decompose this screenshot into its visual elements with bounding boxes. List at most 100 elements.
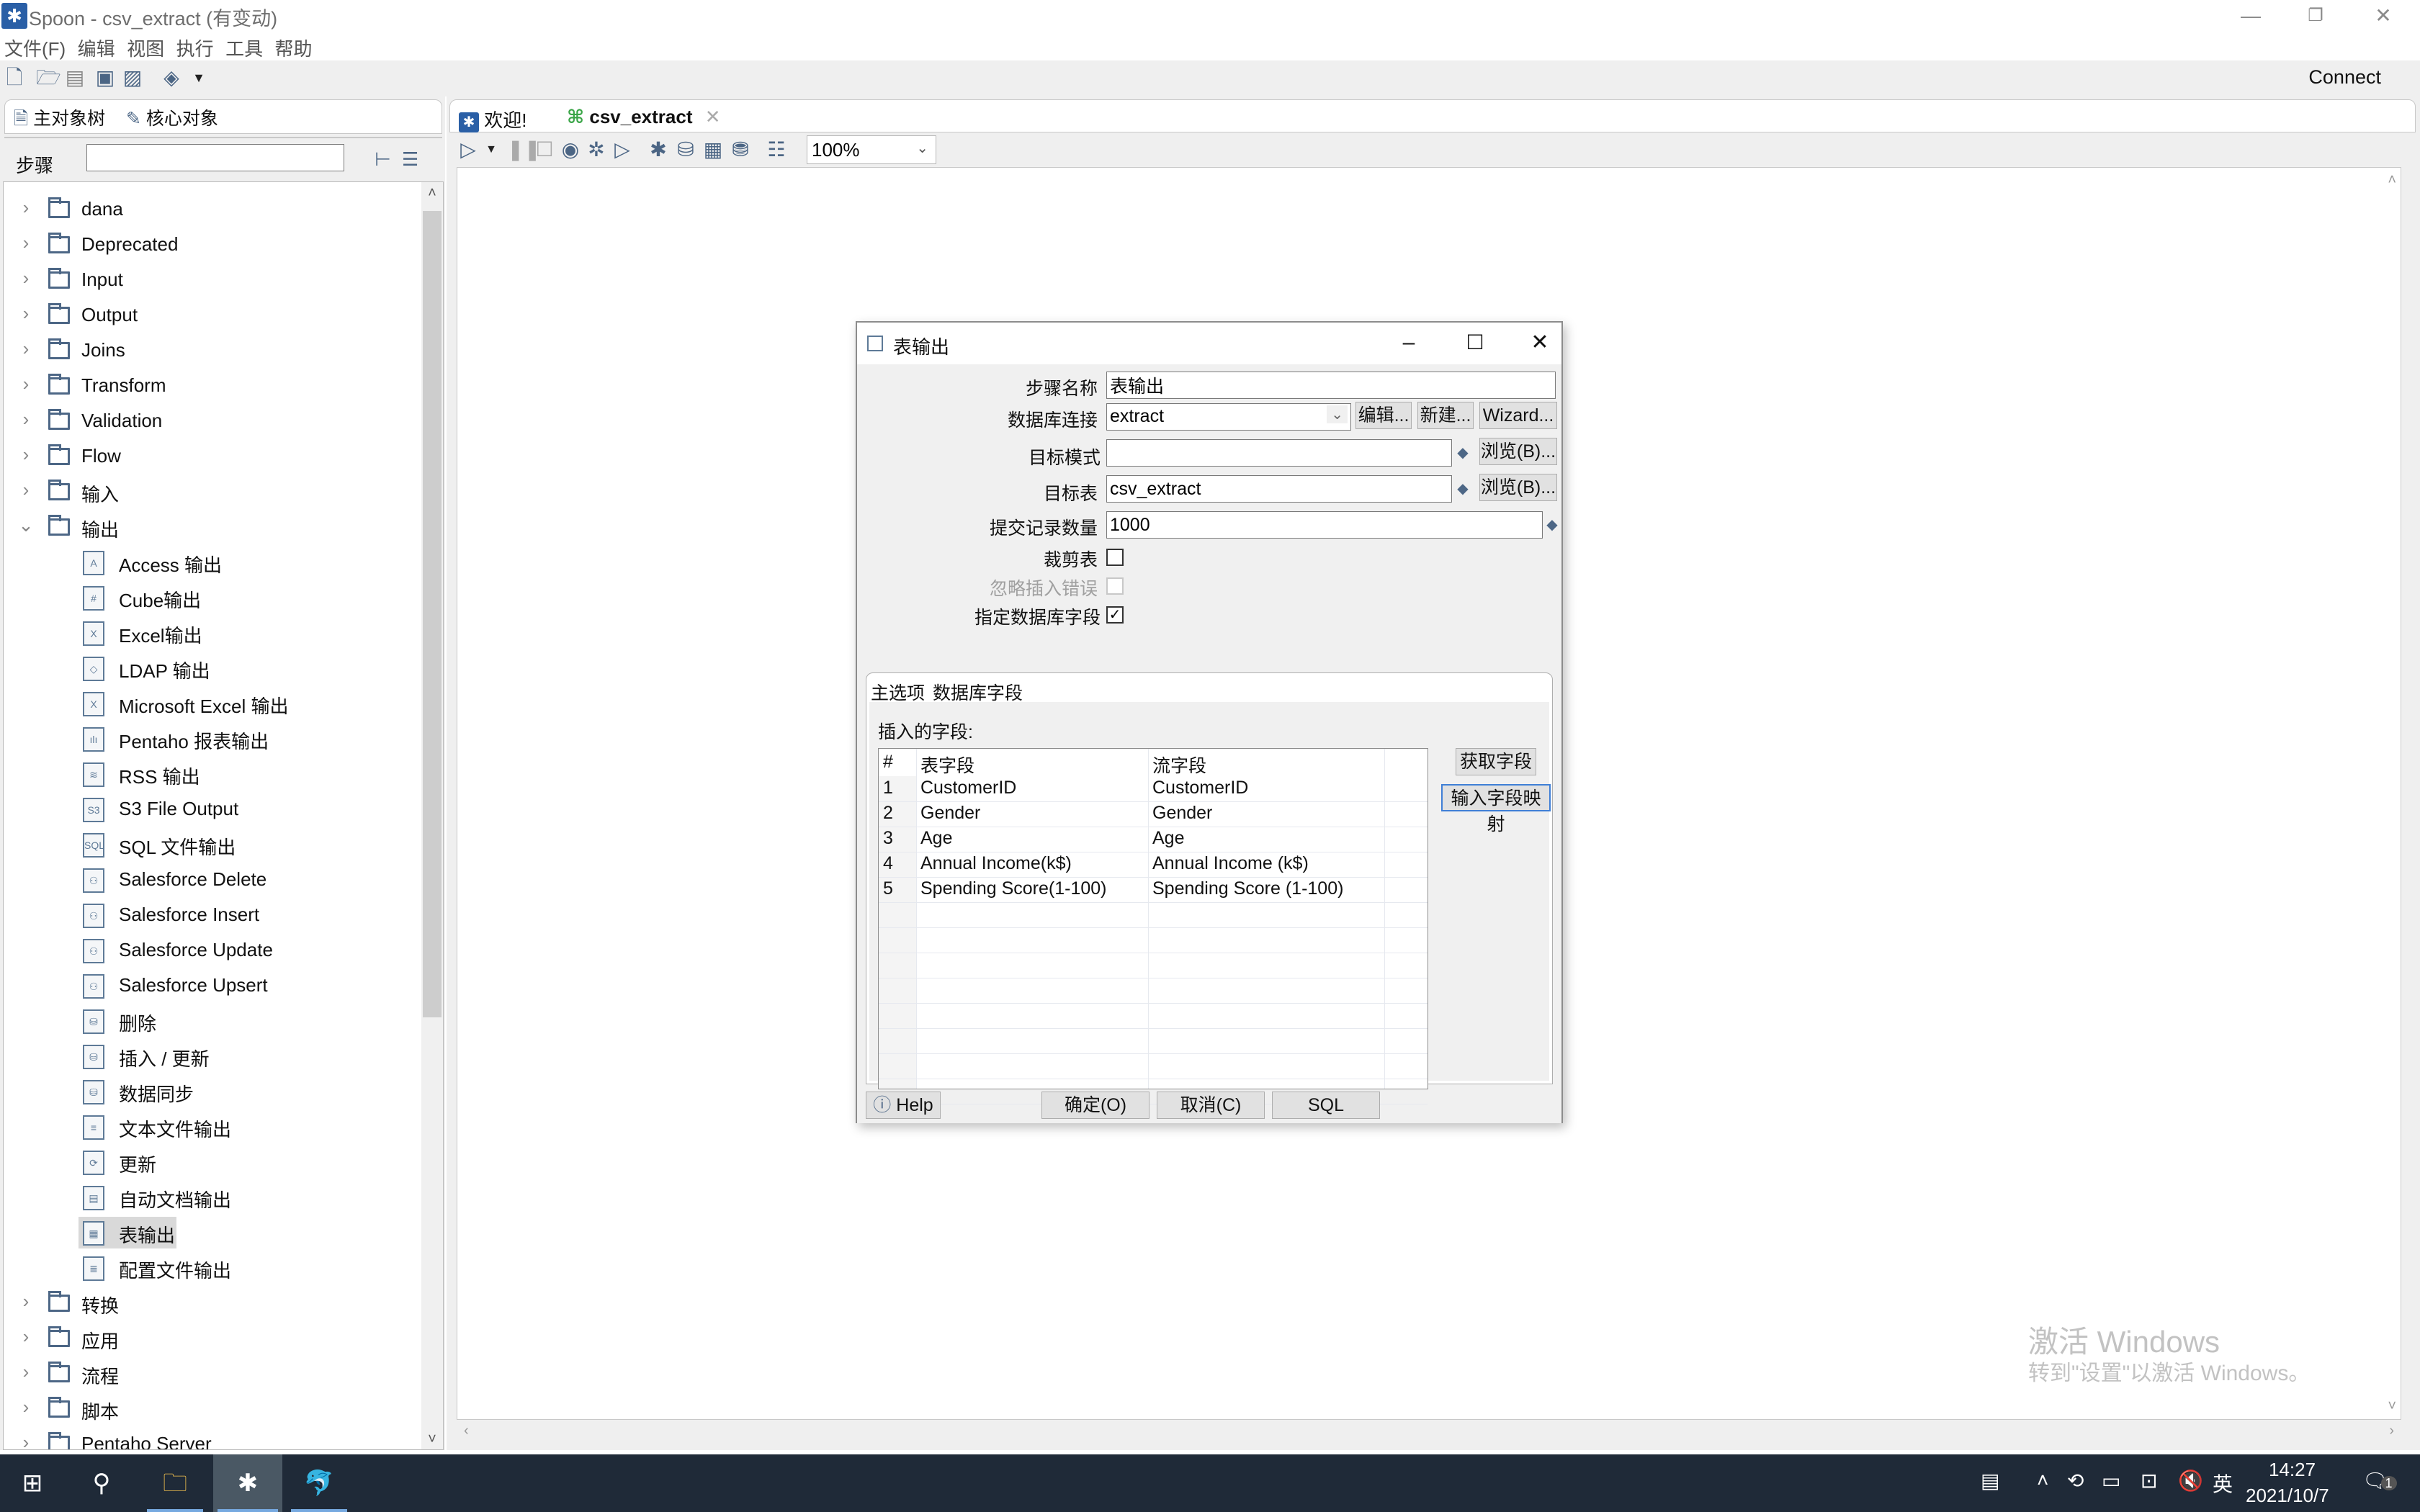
variable-icon[interactable]: ◆ xyxy=(1455,444,1471,462)
tree-step-item[interactable]: ▤ 自动文档输出 xyxy=(4,1180,421,1215)
tree-step-item[interactable]: ⛁ 数据同步 xyxy=(4,1074,421,1109)
scroll-up-icon[interactable]: ˄ xyxy=(421,185,443,202)
expand-all-icon[interactable]: ☰ xyxy=(402,148,418,171)
chevron-right-icon[interactable]: › xyxy=(17,479,35,501)
tree-folder[interactable]: › Input xyxy=(4,263,421,297)
column-header-stream-field[interactable]: 流字段 xyxy=(1152,752,1206,778)
explore-db-icon[interactable]: ⛃ xyxy=(729,138,752,161)
start-icon[interactable]: ⊞ xyxy=(0,1454,65,1512)
tree-step-item[interactable]: ⛁ 删除 xyxy=(4,1004,421,1038)
tree-step-item[interactable]: ◇ LDAP 输出 xyxy=(4,651,421,685)
variable-icon[interactable]: ◆ xyxy=(1455,480,1471,498)
tab-welcome[interactable]: ✱ 欢迎! xyxy=(459,106,526,132)
clock-time[interactable]: 14:27 xyxy=(2269,1459,2316,1481)
chevron-right-icon[interactable]: › xyxy=(17,408,35,431)
tree-folder[interactable]: › Validation xyxy=(4,404,421,438)
pause-icon[interactable]: ❚❚ xyxy=(507,138,541,161)
tree-step-item[interactable]: ⚇ Salesforce Insert xyxy=(4,898,421,932)
chevron-right-icon[interactable]: › xyxy=(17,373,35,395)
minimize-button[interactable]: — xyxy=(2218,0,2283,32)
db-connection-select[interactable]: extract ⌄ xyxy=(1106,403,1351,431)
tab-main-tree[interactable]: 🗎 主对象树 xyxy=(14,104,105,136)
verify-icon[interactable]: ✱ xyxy=(647,138,670,161)
tree-folder[interactable]: › 应用 xyxy=(4,1321,421,1356)
row-index[interactable]: 3 xyxy=(883,828,893,849)
stream-field-cell[interactable]: CustomerID xyxy=(1152,778,1248,798)
chevron-right-icon[interactable]: › xyxy=(17,267,35,289)
scroll-down-icon[interactable]: ˅ xyxy=(2388,1398,2396,1415)
tree-folder[interactable]: › Output xyxy=(4,298,421,333)
tree-step-item[interactable]: ⚇ Salesforce Update xyxy=(4,933,421,968)
tree-step-item[interactable]: ⛁ 插入 / 更新 xyxy=(4,1039,421,1074)
browse-schema-button[interactable]: 浏览(B)... xyxy=(1479,438,1557,465)
save-icon[interactable]: ▣ xyxy=(94,66,117,89)
chevron-right-icon[interactable]: › xyxy=(17,1431,35,1449)
menu-file[interactable]: 文件(F) xyxy=(4,32,66,61)
tree-step-item[interactable]: SQL SQL 文件输出 xyxy=(4,827,421,862)
search-icon[interactable]: ⚲ xyxy=(69,1454,134,1512)
edit-connection-button[interactable]: 编辑... xyxy=(1355,402,1412,429)
replay-icon[interactable]: ▷ xyxy=(611,138,634,161)
column-header-table-field[interactable]: 表字段 xyxy=(920,752,974,778)
show-results-icon[interactable]: ☷ xyxy=(765,138,788,161)
tree-step-item[interactable]: ⚇ Salesforce Upsert xyxy=(4,968,421,1003)
menu-view[interactable]: 视图 xyxy=(127,32,164,61)
column-header-index[interactable]: # xyxy=(883,752,893,773)
preview-icon[interactable]: ◉ xyxy=(559,138,582,161)
ignore-insert-errors-checkbox[interactable] xyxy=(1106,577,1124,595)
run-options-chevron-icon[interactable]: ▼ xyxy=(480,138,503,161)
tree-scrollbar[interactable]: ˄ ˅ xyxy=(421,182,443,1449)
tree-step-item[interactable]: ≡ 文本文件输出 xyxy=(4,1110,421,1144)
menu-tools[interactable]: 工具 xyxy=(225,32,263,61)
tree-folder[interactable]: › 输入 xyxy=(4,474,421,509)
zoom-select[interactable]: 100% ⌄ xyxy=(807,135,936,164)
volume-muted-icon[interactable]: 🔇 xyxy=(2178,1469,2203,1493)
tab-main-options[interactable]: 主选项 xyxy=(871,679,925,705)
tree-folder[interactable]: › Flow xyxy=(4,439,421,474)
tab-core-objects[interactable]: ✎ 核心对象 xyxy=(126,104,218,130)
chevron-down-icon[interactable]: ▼ xyxy=(187,66,210,89)
chevron-right-icon[interactable]: › xyxy=(17,1326,35,1348)
scroll-up-icon[interactable]: ˄ xyxy=(2388,172,2396,189)
commit-size-input[interactable] xyxy=(1106,511,1543,539)
sql-script-icon[interactable]: ▦ xyxy=(702,138,725,161)
stream-field-cell[interactable]: Gender xyxy=(1152,803,1212,824)
open-file-icon[interactable]: 🗁 xyxy=(36,66,61,89)
tree-folder[interactable]: ⌄ 输出 xyxy=(4,510,421,544)
tree-folder[interactable]: › Deprecated xyxy=(4,228,421,262)
get-fields-button[interactable]: 获取字段 xyxy=(1456,748,1536,775)
debug-icon[interactable]: ✲ xyxy=(585,138,608,161)
collapse-all-icon[interactable]: ⊢ xyxy=(375,148,391,171)
tree-step-item[interactable]: ⚇ Salesforce Delete xyxy=(4,863,421,897)
sql-button[interactable]: SQL xyxy=(1272,1092,1380,1119)
tree-step-item[interactable]: ⟳ 更新 xyxy=(4,1145,421,1179)
dialog-close-button[interactable]: ✕ xyxy=(1518,327,1561,359)
scroll-left-icon[interactable]: ‹ xyxy=(464,1423,469,1439)
stream-field-cell[interactable]: Spending Score (1-100) xyxy=(1152,878,1343,899)
chevron-right-icon[interactable]: › xyxy=(17,197,35,219)
battery-icon[interactable]: ▭ xyxy=(2102,1469,2120,1493)
target-table-input[interactable] xyxy=(1106,475,1452,503)
restore-button[interactable]: ❐ xyxy=(2283,0,2348,32)
tree-folder[interactable]: › Joins xyxy=(4,333,421,368)
tree-step-item[interactable]: ılı Pentaho 报表输出 xyxy=(4,721,421,756)
stream-field-cell[interactable]: Age xyxy=(1152,828,1184,849)
tree-step-item[interactable]: X Microsoft Excel 输出 xyxy=(4,686,421,721)
network-icon[interactable]: ⊡ xyxy=(2141,1469,2157,1493)
tree-step-item[interactable]: S3 S3 File Output xyxy=(4,792,421,827)
tree-step-item[interactable]: ▦ 表输出 xyxy=(4,1215,421,1250)
chevron-right-icon[interactable]: › xyxy=(17,1361,35,1383)
scroll-down-icon[interactable]: ˅ xyxy=(421,1431,443,1448)
table-field-cell[interactable]: Annual Income(k$) xyxy=(920,853,1072,874)
scrollbar-thumb[interactable] xyxy=(423,211,442,1017)
tree-step-item[interactable]: X Excel输出 xyxy=(4,616,421,650)
step-name-input[interactable] xyxy=(1106,372,1556,399)
spoon-taskbar-icon[interactable]: ✱ xyxy=(213,1454,282,1512)
target-schema-input[interactable] xyxy=(1106,439,1452,467)
table-field-cell[interactable]: Spending Score(1-100) xyxy=(920,878,1107,899)
menu-help[interactable]: 帮助 xyxy=(275,32,313,61)
connect-button[interactable]: Connect xyxy=(2308,66,2381,89)
scroll-right-icon[interactable]: › xyxy=(2389,1423,2394,1439)
row-index[interactable]: 1 xyxy=(883,778,893,798)
browse-table-button[interactable]: 浏览(B)... xyxy=(1479,474,1557,501)
